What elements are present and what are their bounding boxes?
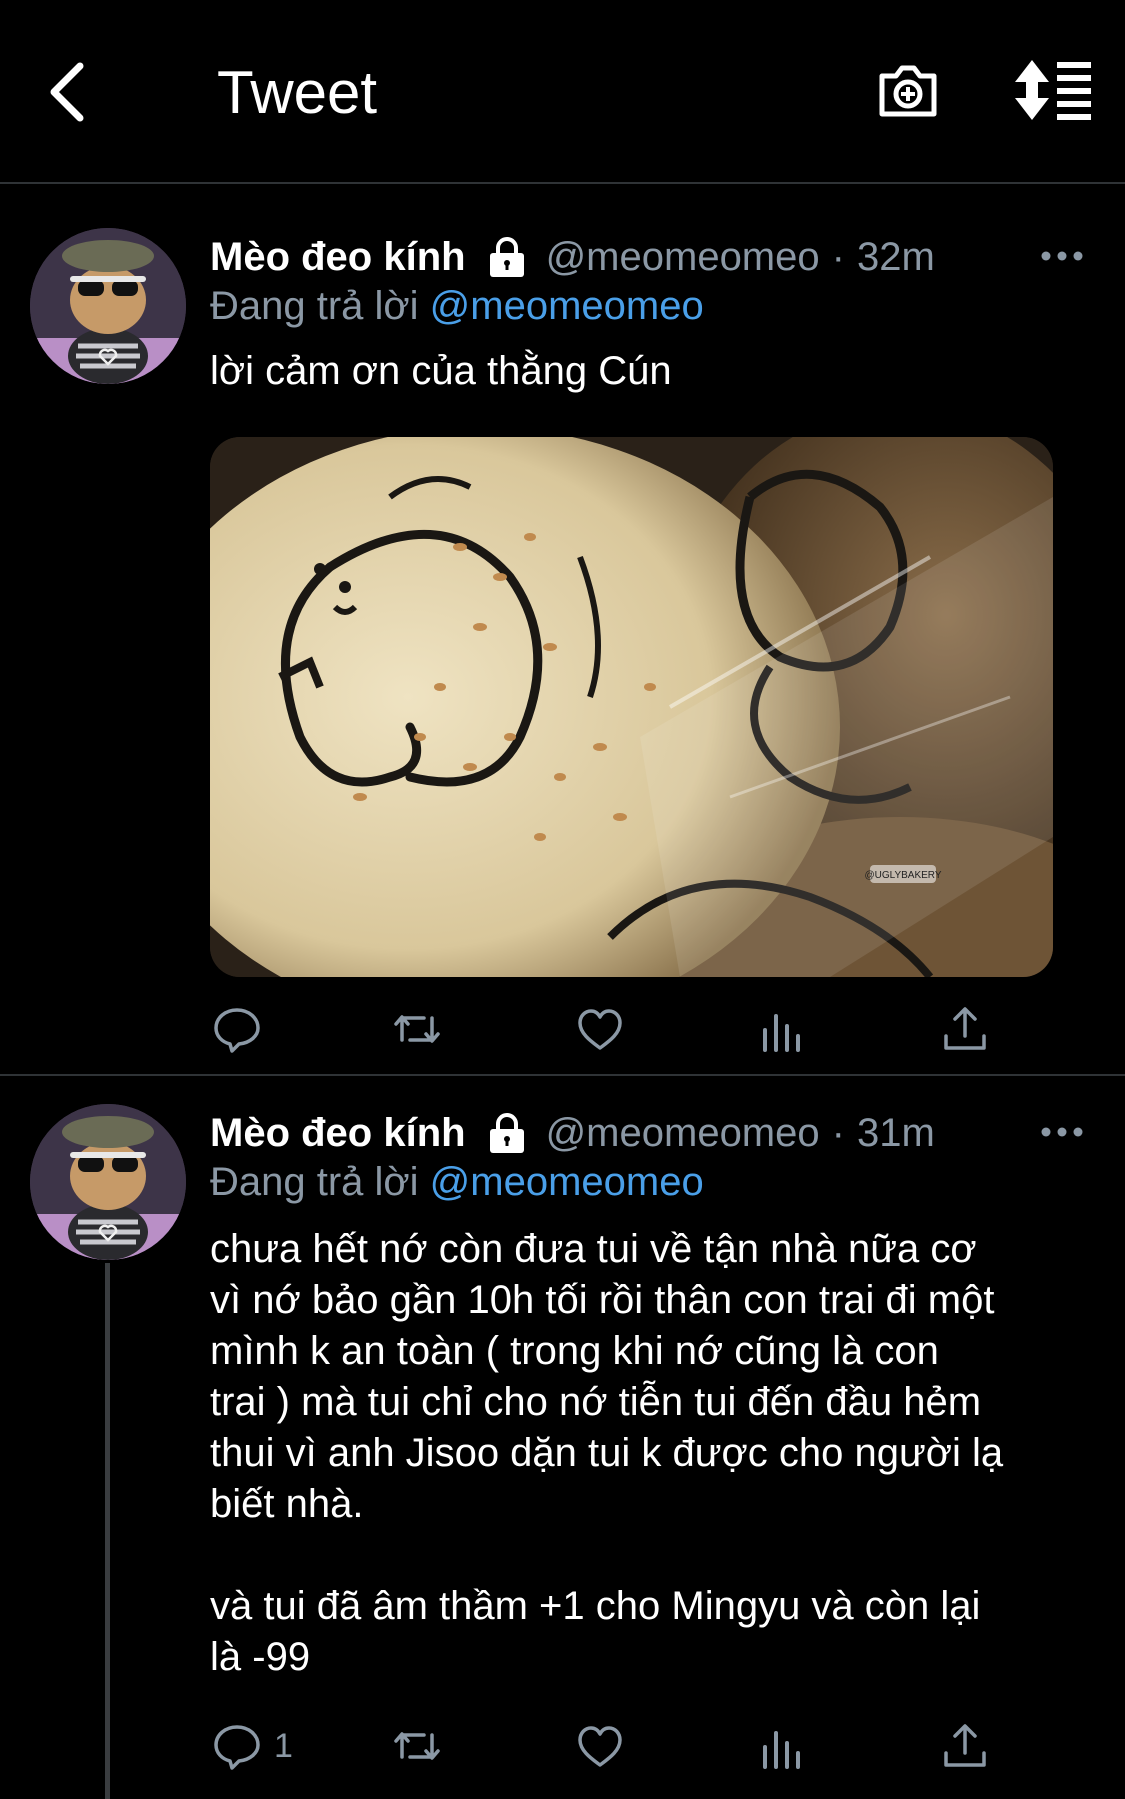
retweet-icon <box>394 1015 440 1043</box>
tweet-text: lời cảm ơn của thằng Cún <box>210 349 672 393</box>
tweet[interactable]: Mèo đeo kính @meomeomeo · 32m Đang trả l… <box>0 186 1125 1076</box>
tweet-image[interactable]: @UGLYBAKERY <box>210 437 1053 977</box>
more-icon[interactable] <box>1040 246 1084 266</box>
stats-icon <box>763 1014 800 1052</box>
page-title: Tweet <box>217 59 378 126</box>
reply-prefix: Đang trả lời <box>210 284 419 328</box>
image-watermark: @UGLYBAKERY <box>864 870 941 881</box>
reply-count: 1 <box>274 1726 293 1765</box>
reply-handle-link[interactable]: @meomeomeo <box>430 284 704 328</box>
avatar[interactable] <box>30 228 186 384</box>
author-row: Mèo đeo kính @meomeomeo · 31m <box>210 1108 935 1158</box>
camera-icon[interactable] <box>876 58 940 122</box>
replying-to: Đang trả lời @meomeomeo <box>210 284 704 329</box>
thread-line <box>105 1263 110 1799</box>
retweet-button[interactable] <box>392 1718 442 1774</box>
timestamp: 31m <box>856 1110 935 1155</box>
tweet-actions <box>210 1001 1010 1057</box>
like-icon <box>578 1009 622 1050</box>
reply-icon <box>214 1008 260 1053</box>
share-button[interactable] <box>940 1001 990 1057</box>
display-name[interactable]: Mèo đeo kính <box>210 235 466 280</box>
reply-button[interactable]: 1 <box>212 1718 293 1774</box>
display-name[interactable]: Mèo đeo kính <box>210 1111 466 1156</box>
tweet-text: chưa hết nớ còn đưa tui về tận nhà nữa c… <box>210 1227 1004 1679</box>
reply-button[interactable] <box>212 1001 262 1057</box>
more-icon[interactable] <box>1040 1122 1084 1142</box>
tweet[interactable]: Mèo đeo kính @meomeomeo · 31m Đang trả l… <box>0 1078 1125 1799</box>
avatar[interactable] <box>30 1104 186 1260</box>
handle[interactable]: @meomeomeo <box>546 235 820 280</box>
handle[interactable]: @meomeomeo <box>546 1111 820 1156</box>
reply-handle-link[interactable]: @meomeomeo <box>430 1160 704 1204</box>
retweet-button[interactable] <box>392 1001 442 1057</box>
separator: · <box>831 234 845 279</box>
like-icon <box>578 1726 622 1767</box>
stats-button[interactable] <box>757 1718 807 1774</box>
author-row: Mèo đeo kính @meomeomeo · 32m <box>210 232 935 282</box>
lock-icon <box>489 237 524 277</box>
tweet-actions: 1 <box>210 1718 1010 1774</box>
share-icon <box>944 1007 986 1050</box>
stats-button[interactable] <box>757 1001 807 1057</box>
like-button[interactable] <box>575 1718 625 1774</box>
stats-icon <box>763 1731 800 1769</box>
like-button[interactable] <box>575 1001 625 1057</box>
share-icon <box>944 1724 986 1767</box>
replying-to: Đang trả lời @meomeomeo <box>210 1160 704 1205</box>
retweet-icon <box>394 1732 440 1760</box>
sort-icon[interactable] <box>1015 60 1091 120</box>
back-arrow-icon[interactable] <box>44 60 94 124</box>
timestamp: 32m <box>856 234 935 279</box>
top-bar: Tweet <box>0 0 1125 184</box>
separator: · <box>831 1110 845 1155</box>
reply-prefix: Đang trả lời <box>210 1160 419 1204</box>
reply-icon <box>214 1725 260 1770</box>
lock-icon <box>489 1113 524 1153</box>
share-button[interactable] <box>940 1718 990 1774</box>
